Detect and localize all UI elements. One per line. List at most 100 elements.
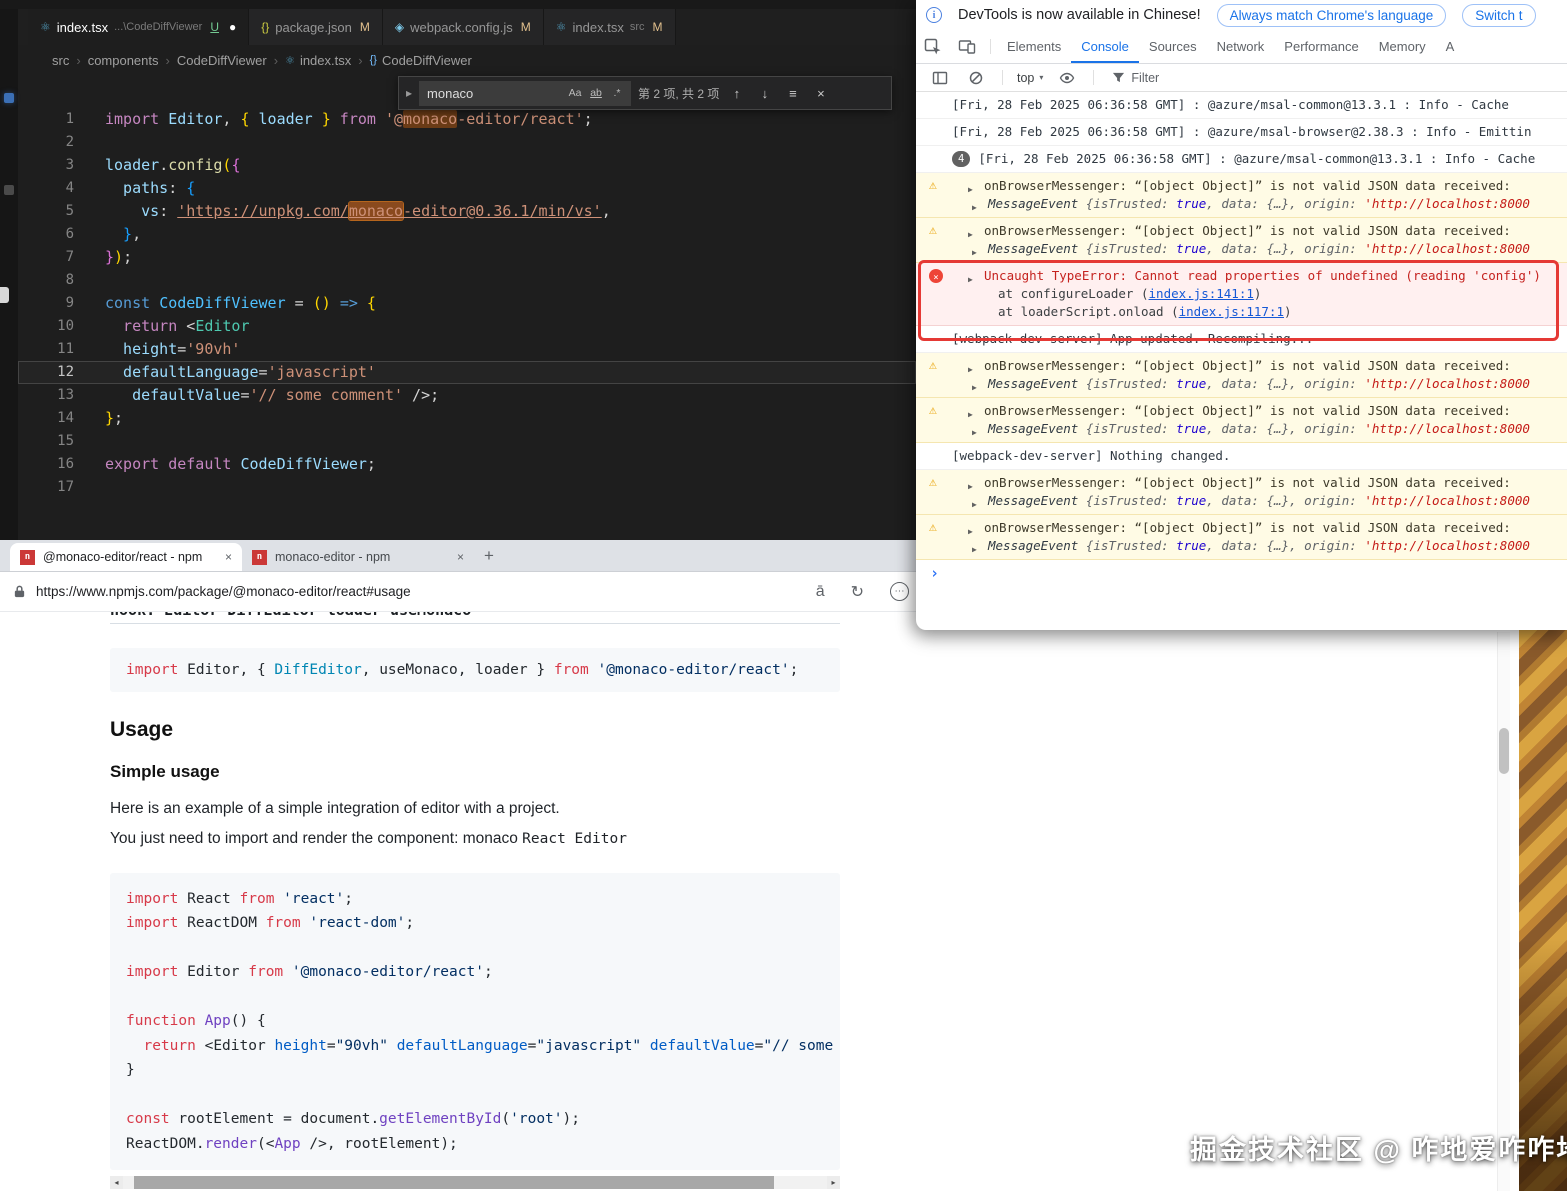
line-number: 2: [18, 131, 74, 154]
next-match-icon[interactable]: ↓: [754, 83, 775, 104]
disclosure-triangle-icon[interactable]: ▶: [972, 424, 977, 442]
line-number: 12: [18, 361, 74, 384]
paragraph: Here is an example of a simple integrati…: [110, 798, 840, 820]
code-line: 6 },: [18, 223, 916, 246]
console-warning: ⚠▶onBrowserMessenger: “[object Object]” …: [916, 353, 1567, 398]
toggle-replace-icon[interactable]: ▸: [406, 86, 412, 100]
refresh-icon[interactable]: ↻: [851, 582, 864, 602]
devtools-tab-sources[interactable]: Sources: [1139, 30, 1207, 63]
console-sidebar-icon[interactable]: [932, 70, 948, 86]
console-warning: ⚠▶onBrowserMessenger: “[object Object]” …: [916, 470, 1567, 515]
scroll-right-icon[interactable]: ▸: [827, 1176, 840, 1189]
devtools-tab-a[interactable]: A: [1436, 30, 1465, 63]
filter-label: Filter: [1131, 71, 1159, 85]
vertical-scrollbar[interactable]: [1497, 632, 1510, 1191]
device-toolbar-icon[interactable]: [958, 38, 976, 56]
line-number: 3: [18, 154, 74, 177]
npm-favicon: n: [20, 550, 35, 565]
code-line: import ReactDOM from 'react-dom';: [126, 911, 824, 936]
editor-tab[interactable]: ◈webpack.config.jsM: [383, 9, 544, 45]
editor-tab[interactable]: ⚛index.tsx...\CodeDiffViewerU●: [28, 9, 249, 45]
scrollbar-track[interactable]: [123, 1176, 827, 1189]
code-editor[interactable]: 1import Editor, { loader } from '@monaco…: [18, 108, 916, 540]
activity-icon[interactable]: [4, 185, 14, 195]
breadcrumb: src›components›CodeDiffViewer›⚛index.tsx…: [18, 45, 916, 75]
devtools-tab-network[interactable]: Network: [1207, 30, 1275, 63]
clear-console-icon[interactable]: [968, 70, 984, 86]
tab-title: @monaco-editor/react - npm: [43, 550, 217, 564]
disclosure-triangle-icon[interactable]: ▶: [972, 541, 977, 559]
code-line: 15: [18, 430, 916, 453]
source-link[interactable]: index.js:117:1: [1179, 304, 1284, 319]
browser-tab[interactable]: nmonaco-editor - npm×: [242, 543, 474, 571]
eye-icon[interactable]: [1059, 70, 1075, 86]
code-line: 4 paths: {: [18, 177, 916, 200]
vscode-window: ⚛index.tsx...\CodeDiffViewerU●{}package.…: [0, 0, 916, 540]
line-number: 8: [18, 269, 74, 292]
info-icon: i: [926, 7, 942, 23]
breadcrumb-item[interactable]: components: [88, 53, 159, 68]
code-line: ReactDOM.render(<App />, rootElement);: [126, 1132, 824, 1157]
scroll-left-icon[interactable]: ◂: [110, 1176, 123, 1189]
match-language-button[interactable]: Always match Chrome's language: [1217, 4, 1447, 27]
more-icon[interactable]: ⋯: [890, 582, 909, 601]
prev-match-icon[interactable]: ↑: [726, 83, 747, 104]
code-line: return <Editor height="90vh" defaultLang…: [126, 1034, 824, 1059]
source-link[interactable]: index.js:141:1: [1149, 286, 1254, 301]
disclosure-triangle-icon[interactable]: ▶: [972, 199, 977, 217]
code-line: import React from 'react';: [126, 887, 824, 912]
toolbar-icons: ā ↻ ⋯: [816, 572, 909, 611]
breadcrumb-item[interactable]: {}CodeDiffViewer: [370, 53, 472, 68]
new-tab-button[interactable]: +: [484, 546, 494, 566]
scrollbar-thumb[interactable]: [1499, 728, 1509, 774]
context-selector[interactable]: top ▾: [1013, 71, 1047, 85]
translate-icon[interactable]: ā: [816, 583, 825, 601]
webpack-file-icon: ◈: [395, 20, 404, 34]
npm-import-line: import Editor, { DiffEditor, useMonaco, …: [110, 648, 840, 692]
editor-tab[interactable]: {}package.jsonM: [249, 9, 383, 45]
devtools-tab-console[interactable]: Console: [1071, 30, 1139, 63]
watermark: 掘金技术社区 @ 咋地爱咋咋地: [1190, 1128, 1567, 1167]
code-line: 14};: [18, 407, 916, 430]
switch-language-button[interactable]: Switch t: [1462, 4, 1535, 27]
symbol-icon: {}: [370, 54, 377, 66]
warning-icon: ⚠: [929, 357, 937, 375]
activity-icon[interactable]: [4, 93, 14, 103]
breadcrumb-item[interactable]: src: [52, 53, 69, 68]
line-number: 13: [18, 384, 74, 407]
npm-page: hook: Editor DiffEditor loader useMonaco…: [0, 612, 1519, 1191]
close-find-icon[interactable]: ×: [810, 83, 831, 104]
tab-close-icon[interactable]: ×: [225, 550, 232, 564]
line-number: 6: [18, 223, 74, 246]
line-number: 4: [18, 177, 74, 200]
line-number: 1: [18, 108, 74, 131]
regex-icon[interactable]: .*: [608, 85, 626, 102]
devtools-tab-memory[interactable]: Memory: [1369, 30, 1436, 63]
scrollbar-thumb[interactable]: [134, 1176, 775, 1189]
language-banner: i DevTools is now available in Chinese! …: [916, 0, 1567, 30]
devtools-tab-elements[interactable]: Elements: [997, 30, 1071, 63]
devtools-tab-performance[interactable]: Performance: [1274, 30, 1368, 63]
disclosure-triangle-icon[interactable]: ▶: [972, 244, 977, 262]
console-prompt[interactable]: ›: [916, 560, 1567, 587]
horizontal-scrollbar[interactable]: ◂ ▸: [110, 1176, 840, 1189]
inspect-element-icon[interactable]: [924, 38, 942, 56]
activity-icon[interactable]: [0, 287, 9, 303]
unsaved-dot-icon[interactable]: ●: [229, 20, 236, 34]
tab-close-icon[interactable]: ×: [457, 550, 464, 564]
editor-tab[interactable]: ⚛index.tsxsrcM: [544, 9, 676, 45]
whole-word-icon[interactable]: ab: [587, 85, 605, 102]
breadcrumb-item[interactable]: CodeDiffViewer: [177, 53, 267, 68]
filter-control[interactable]: Filter: [1112, 71, 1159, 85]
disclosure-triangle-icon[interactable]: ▶: [972, 379, 977, 397]
git-status-badge: M: [360, 20, 370, 34]
clipped-heading: hook: Editor DiffEditor loader useMonaco: [110, 612, 840, 618]
find-in-selection-icon[interactable]: ≡: [782, 83, 803, 104]
url-text[interactable]: https://www.npmjs.com/package/@monaco-ed…: [36, 584, 411, 599]
match-case-icon[interactable]: Aa: [566, 85, 584, 102]
disclosure-triangle-icon[interactable]: ▶: [972, 496, 977, 514]
breadcrumb-item[interactable]: ⚛index.tsx: [285, 53, 351, 68]
code-line: 17: [18, 476, 916, 499]
browser-tab[interactable]: n @monaco-editor/react - npm ×: [10, 543, 242, 571]
lock-icon[interactable]: [13, 584, 26, 599]
